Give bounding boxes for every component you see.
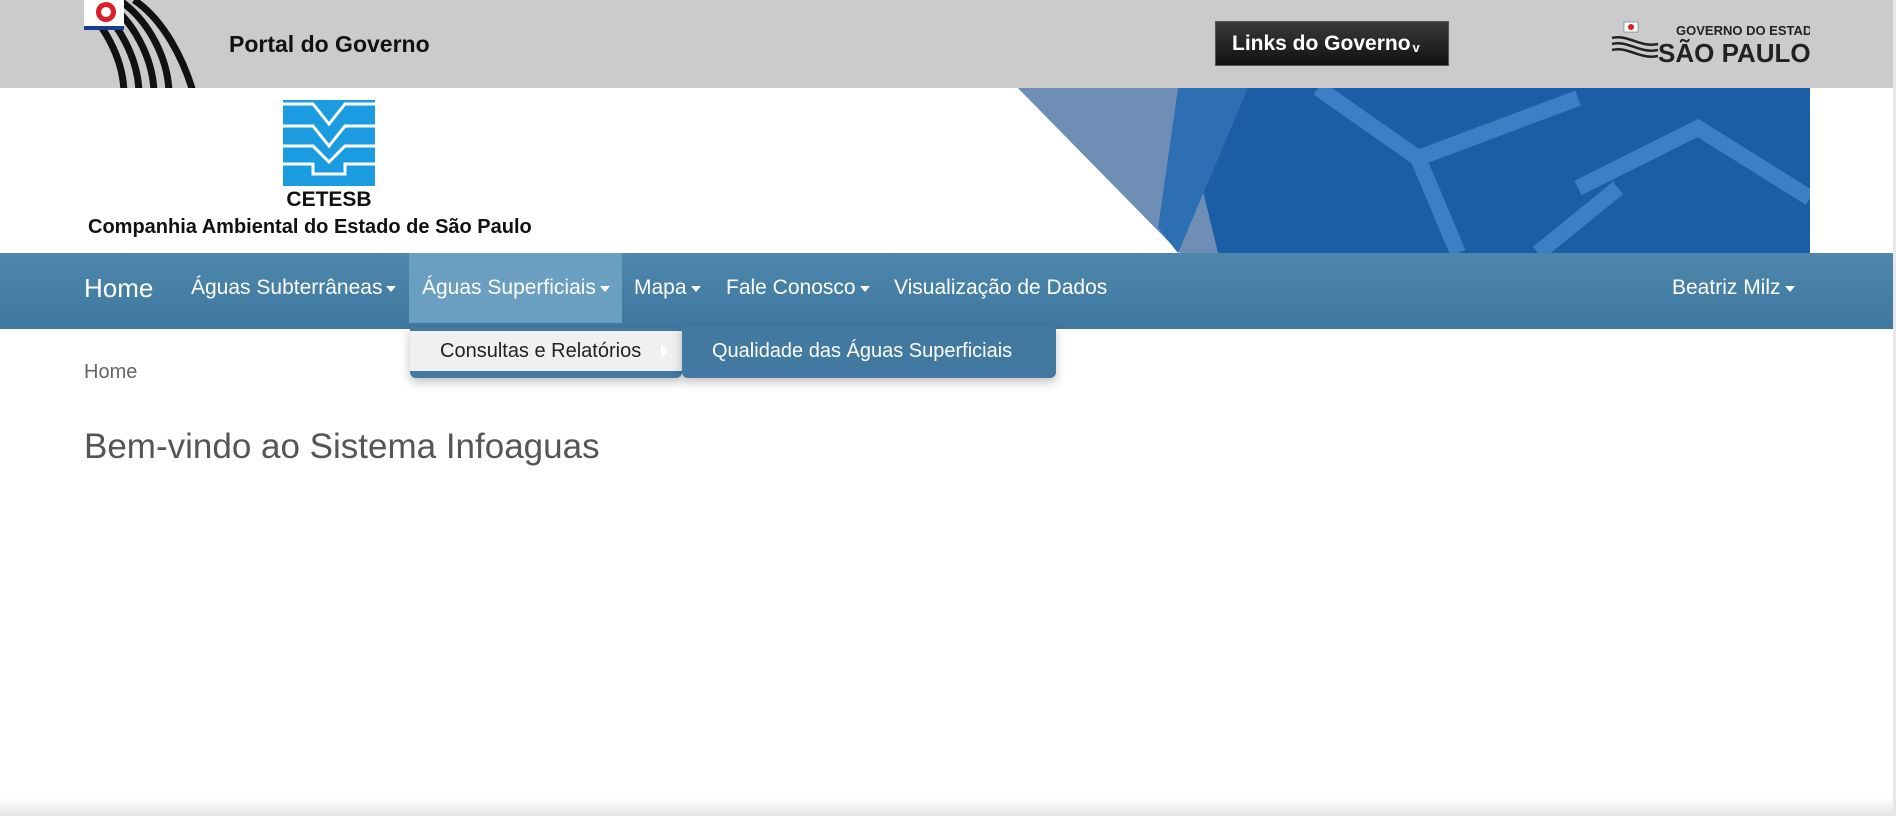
main-navbar: Home Águas Subterrâneas Águas Superficia… [0, 253, 1896, 329]
dropdown-item-consultas-e-relatorios[interactable]: Consultas e Relatórios [410, 331, 682, 371]
sp-logo-line1: GOVERNO DO ESTADO [1676, 23, 1810, 38]
cetesb-full-name: Companhia Ambiental do Estado de São Pau… [88, 216, 532, 238]
nav-aguas-superficiais-label: Águas Superficiais [422, 276, 596, 299]
links-do-governo-button[interactable]: Links do Governo v [1215, 21, 1449, 66]
submenu-item-label: Qualidade das Águas Superficiais [712, 340, 1013, 362]
caret-down-icon [859, 286, 870, 292]
submenu-arrow-right-icon [661, 344, 668, 358]
bottom-edge-shadow [0, 798, 1896, 816]
caret-down-icon [386, 286, 397, 292]
nav-aguas-subterraneas[interactable]: Águas Subterrâneas [191, 253, 397, 323]
sao-paulo-flag-stripes-icon [84, 0, 202, 88]
portal-do-governo-link[interactable]: Portal do Governo [229, 31, 430, 58]
nav-fale-conosco[interactable]: Fale Conosco [726, 253, 870, 323]
dropdown-item-label: Consultas e Relatórios [440, 339, 642, 362]
nav-user-menu[interactable]: Beatriz Milz [1672, 253, 1795, 323]
nav-user-name: Beatriz Milz [1672, 276, 1781, 299]
nav-fale-conosco-label: Fale Conosco [726, 276, 856, 299]
page-title: Bem-vindo ao Sistema Infoaguas [84, 427, 600, 466]
submenu-item-qualidade-das-aguas-superficiais[interactable]: Qualidade das Águas Superficiais [682, 325, 1056, 378]
header-banner: CETESB Companhia Ambiental do Estado de … [0, 88, 1896, 253]
nav-visualizacao-de-dados[interactable]: Visualização de Dados [894, 253, 1107, 323]
caret-down-icon [690, 286, 701, 292]
aguas-superficiais-dropdown: Consultas e Relatórios [410, 327, 682, 378]
governo-sao-paulo-logo[interactable]: GOVERNO DO ESTADO SÃO PAULO [1610, 20, 1822, 68]
breadcrumb-home[interactable]: Home [84, 361, 137, 384]
nav-home-brand[interactable]: Home [84, 253, 153, 323]
nav-mapa-label: Mapa [634, 276, 687, 299]
caret-down-icon [1784, 286, 1795, 292]
links-do-governo-label: Links do Governo [1232, 31, 1411, 55]
nav-mapa[interactable]: Mapa [634, 253, 701, 323]
cetesb-logo-icon[interactable] [283, 100, 375, 186]
nav-visualizacao-de-dados-label: Visualização de Dados [894, 276, 1108, 299]
nav-aguas-subterraneas-label: Águas Subterrâneas [191, 276, 383, 299]
nav-aguas-superficiais[interactable]: Águas Superficiais [409, 253, 622, 323]
banner-decorative-art [1018, 88, 1815, 253]
chevron-down-icon: v [1412, 40, 1420, 55]
banner-right-margin [1810, 88, 1896, 253]
cetesb-name: CETESB [286, 188, 372, 211]
sp-logo-line2: SÃO PAULO [1658, 38, 1810, 66]
caret-down-icon [599, 286, 610, 292]
government-top-bar: Portal do Governo Links do Governo v GOV… [0, 0, 1896, 88]
